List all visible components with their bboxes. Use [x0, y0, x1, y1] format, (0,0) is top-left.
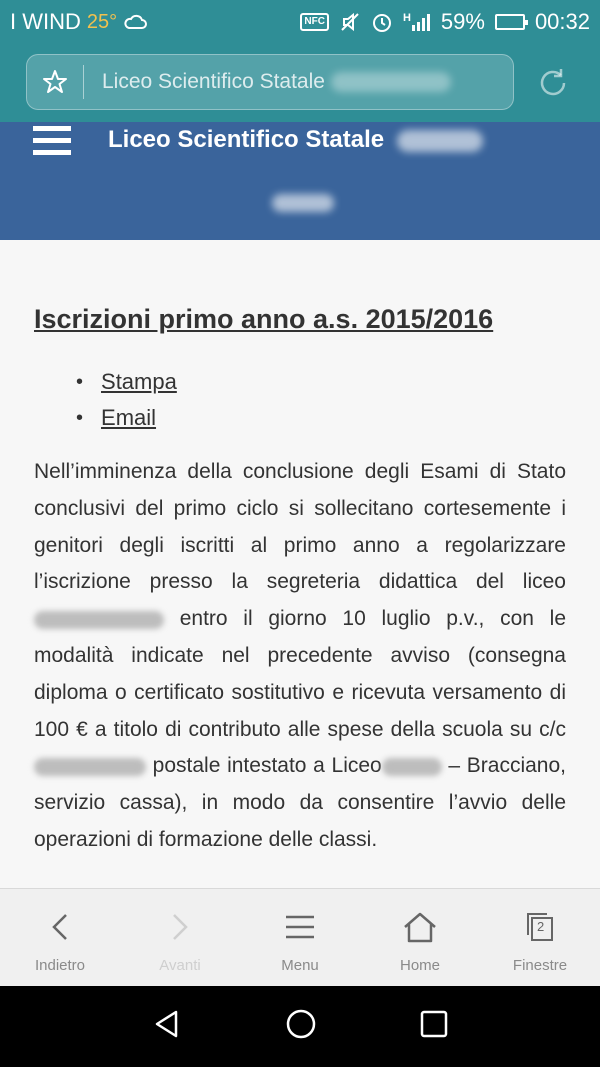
menu-label: Menu [281, 957, 319, 974]
article-body: Nell’imminenza della conclusione degli E… [34, 460, 566, 851]
reload-icon[interactable] [536, 66, 570, 105]
windows-label: Finestre [512, 957, 568, 974]
hamburger-menu-icon[interactable] [33, 126, 71, 158]
email-link[interactable]: Email [101, 400, 156, 436]
redacted-text [34, 757, 146, 776]
redacted-url-part [330, 72, 451, 92]
redacted-text [381, 757, 442, 776]
battery-percent: 59% [440, 9, 485, 34]
temperature: 25° [86, 10, 118, 33]
address-bar[interactable]: Liceo Scientifico Statale [26, 54, 514, 110]
chevron-right-icon [170, 909, 190, 945]
network-type: H [402, 12, 411, 24]
windows-button[interactable]: 2 Finestre [480, 889, 600, 986]
menu-lines-icon [284, 909, 316, 945]
cloud-icon [123, 14, 148, 30]
home-icon [402, 909, 438, 945]
redacted-text [34, 610, 164, 629]
carrier-name: I WIND [10, 9, 81, 34]
nav-home-icon[interactable] [285, 1008, 317, 1045]
article-title: Iscrizioni primo anno a.s. 2015/2016 [34, 304, 494, 334]
android-navigation-bar [0, 986, 600, 1067]
alarm-icon [371, 11, 393, 33]
mute-icon [339, 11, 361, 33]
list-item: Stampa [76, 364, 177, 400]
chevron-left-icon [50, 909, 70, 945]
home-label: Home [399, 957, 440, 974]
article-links: Stampa Email [76, 364, 177, 436]
list-item: Email [76, 400, 177, 436]
clock: 00:32 [534, 9, 590, 34]
back-label: Indietro [34, 957, 86, 974]
windows-icon: 2 [524, 909, 556, 945]
status-bar: I WIND 25° NFC H 59% 00:32 [0, 0, 600, 44]
windows-count: 2 [537, 919, 545, 934]
bookmark-star-icon[interactable] [27, 69, 83, 95]
signal-icon: H [403, 12, 431, 32]
browser-toolbar: Indietro Avanti Menu Home 2 Finestre [0, 888, 600, 986]
url-text[interactable]: Liceo Scientifico Statale [84, 70, 325, 94]
redacted-title-part [396, 129, 483, 152]
forward-button[interactable]: Avanti [120, 889, 240, 986]
print-link[interactable]: Stampa [101, 364, 177, 400]
back-button[interactable]: Indietro [0, 889, 120, 986]
article-content: Iscrizioni primo anno a.s. 2015/2016 Sta… [0, 240, 600, 888]
redacted-subtitle [272, 194, 334, 212]
forward-label: Avanti [159, 957, 201, 974]
site-title[interactable]: Liceo Scientifico Statale [108, 126, 483, 154]
nfc-icon: NFC [300, 13, 329, 31]
site-header: Liceo Scientifico Statale [0, 122, 600, 240]
browser-address-area: Liceo Scientifico Statale [0, 44, 600, 122]
nav-recents-icon[interactable] [420, 1010, 448, 1043]
nav-back-icon[interactable] [152, 1009, 182, 1044]
home-button[interactable]: Home [360, 889, 480, 986]
battery-icon [494, 14, 528, 30]
menu-button[interactable]: Menu [240, 889, 360, 986]
